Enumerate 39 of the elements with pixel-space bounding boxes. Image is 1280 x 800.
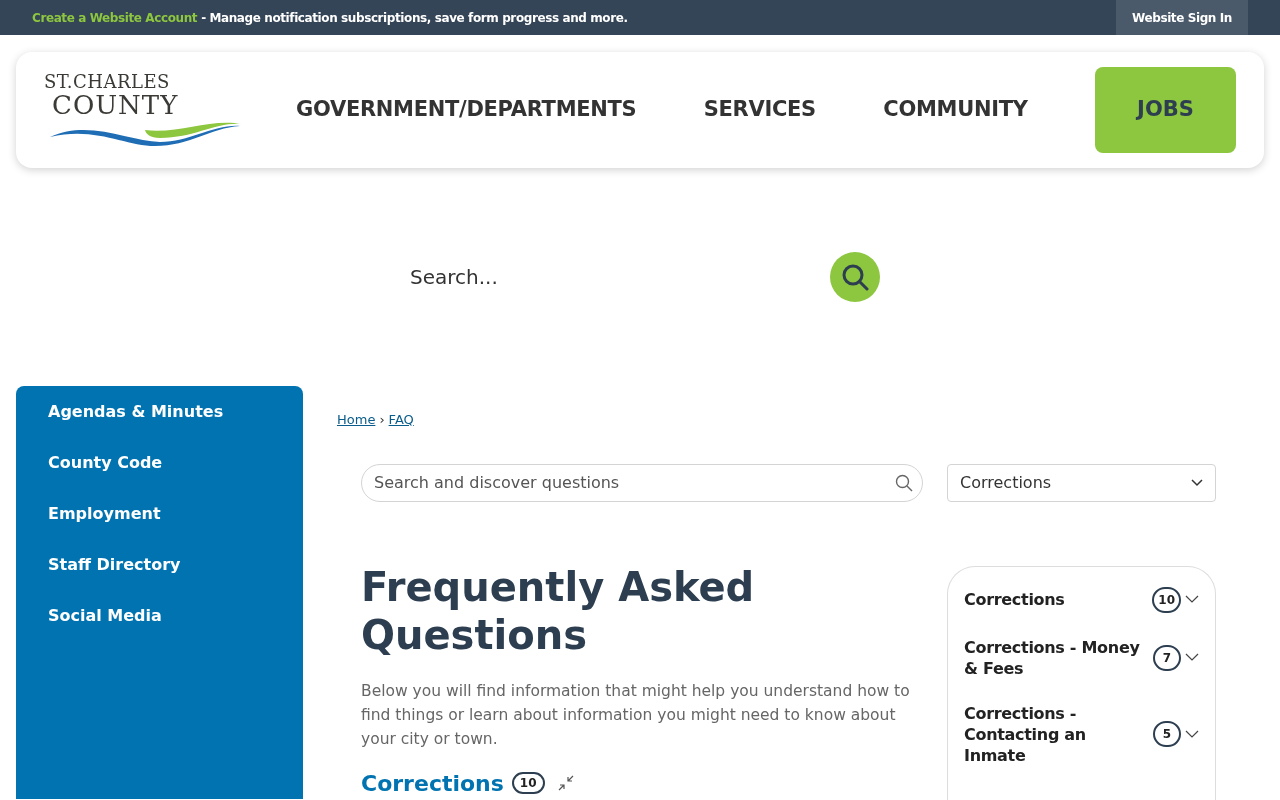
category-link[interactable]: Corrections	[964, 589, 1149, 610]
sign-in-button[interactable]: Website Sign In	[1116, 0, 1248, 35]
search-icon	[895, 473, 913, 492]
sidebar-link[interactable]: Staff Directory	[48, 554, 181, 576]
intro-paragraph: Below you will find information that might help you understand how to find things or learn about information you might need to know about your city or town.	[361, 680, 911, 750]
category-dropdown[interactable]: Corrections	[947, 463, 1216, 502]
top-bar-text: - Manage notification subscriptions, save form progress and more.	[201, 9, 628, 27]
nav-link[interactable]: GOVERNMENT/DEPARTMENTS	[296, 94, 637, 126]
sidebar-link[interactable]: Agendas & Minutes	[48, 401, 224, 423]
breadcrumb-link[interactable]: FAQ	[388, 410, 414, 430]
logo-text: COUNTY	[52, 90, 179, 120]
breadcrumb-separator: ›	[379, 411, 385, 429]
create-account-link[interactable]: Create a Website Account	[32, 8, 198, 27]
count-badge: 7	[1153, 644, 1181, 671]
county-logo[interactable]: ST.CHARLES COUNTY	[44, 72, 244, 148]
count-badge: 5	[1153, 721, 1181, 747]
search-button[interactable]	[830, 252, 880, 302]
category-link[interactable]: Corrections - Money & Fees	[964, 636, 1149, 679]
page-heading: Frequently Asked Questions	[361, 562, 756, 659]
chevron-down-icon[interactable]	[1185, 729, 1199, 739]
category-link[interactable]: Corrections - Contacting an Inmate	[964, 702, 1149, 766]
sidebar-link[interactable]: Social Media	[48, 605, 162, 627]
jobs-button[interactable]: JOBS	[1094, 67, 1236, 153]
chevron-down-icon[interactable]	[1185, 595, 1199, 604]
breadcrumb-link[interactable]: Home	[337, 410, 376, 430]
section-title-link[interactable]: Corrections	[361, 766, 504, 800]
sidebar-link[interactable]: County Code	[48, 452, 163, 474]
nav-link[interactable]: SERVICES	[703, 94, 816, 126]
search-icon	[841, 263, 869, 291]
logo-text: ST.CHARLES	[44, 72, 170, 92]
count-badge: 10	[1152, 586, 1181, 613]
faq-search-field[interactable]: Search and discover questions	[361, 463, 923, 502]
sidebar-link[interactable]: Employment	[48, 503, 161, 525]
collapse-icon[interactable]	[556, 774, 575, 792]
chevron-down-icon[interactable]	[1185, 653, 1199, 662]
count-badge: 10	[511, 772, 545, 794]
site-search-field[interactable]: Search...	[400, 262, 800, 292]
chevron-down-icon	[1191, 478, 1203, 487]
nav-link[interactable]: COMMUNITY	[883, 94, 1028, 126]
